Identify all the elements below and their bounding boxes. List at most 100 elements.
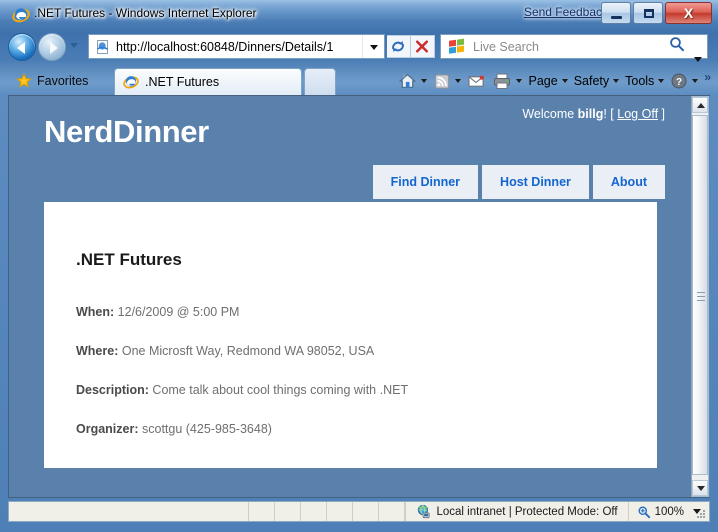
field-description-value: Come talk about cool things coming with … — [148, 383, 409, 397]
internet-explorer-icon — [12, 8, 30, 23]
field-when-value: 12/6/2009 @ 5:00 PM — [114, 305, 240, 319]
window-controls: X — [599, 2, 712, 24]
feeds-button[interactable] — [430, 69, 464, 93]
status-segment — [301, 502, 328, 521]
recent-pages-chevron-down-icon[interactable] — [70, 43, 78, 48]
search-input-placeholder: Live Search — [473, 39, 540, 54]
page-menu-button[interactable]: Page — [525, 69, 570, 93]
close-icon: X — [683, 5, 694, 21]
zoom-level-label: 100% — [654, 505, 684, 518]
minimize-button[interactable] — [601, 2, 631, 24]
globe-network-icon — [418, 504, 431, 519]
refresh-icon — [392, 40, 404, 53]
stop-x-icon — [415, 40, 429, 53]
chevron-down-icon — [516, 79, 523, 83]
log-off-link[interactable]: Log Off — [617, 107, 658, 121]
page-viewport: Welcome billg! [ Log Off ] NerdDinner Fi… — [8, 95, 710, 498]
welcome-end: ] — [658, 107, 665, 121]
chevron-down-icon — [561, 79, 568, 83]
field-where: Where: One Microsft Way, Redmond WA 9805… — [76, 344, 374, 358]
page-favicon-icon — [97, 39, 108, 54]
security-zone-indicator[interactable]: Local intranet | Protected Mode: Off — [405, 502, 627, 521]
field-description: Description: Come talk about cool things… — [76, 383, 408, 397]
nav-find-dinner[interactable]: Find Dinner — [372, 165, 479, 199]
search-submit-button[interactable] — [667, 35, 689, 58]
field-organizer-label: Organizer: — [76, 422, 139, 436]
field-organizer: Organizer: scottgu (425-985-3648) — [76, 422, 272, 436]
mail-icon — [468, 75, 485, 87]
scrollbar-thumb[interactable] — [692, 115, 708, 475]
dinner-details-card: .NET Futures When: 12/6/2009 @ 5:00 PM W… — [44, 202, 657, 468]
print-button[interactable] — [489, 69, 525, 93]
chevron-down-icon — [692, 79, 699, 83]
status-bar: Local intranet | Protected Mode: Off 100… — [8, 501, 710, 522]
nav-host-dinner[interactable]: Host Dinner — [482, 165, 589, 199]
field-when-label: When: — [76, 305, 115, 319]
close-button[interactable]: X — [665, 2, 712, 24]
address-dropdown-chevron-down-icon[interactable] — [362, 35, 384, 58]
status-segment — [379, 502, 406, 521]
back-button[interactable] — [8, 33, 36, 61]
scroll-down-button[interactable] — [692, 480, 708, 496]
back-arrow-icon — [17, 42, 25, 54]
home-icon — [399, 73, 417, 88]
chevron-down-icon — [455, 79, 462, 83]
nerddinner-page: Welcome billg! [ Log Off ] NerdDinner Fi… — [9, 96, 692, 497]
tab-dotnet-futures[interactable]: .NET Futures — [114, 68, 302, 95]
triangle-up-icon — [697, 103, 705, 108]
site-title: NerdDinner — [44, 114, 209, 149]
tools-menu-button[interactable]: Tools — [622, 69, 667, 93]
tools-menu-label: Tools — [625, 74, 655, 88]
mail-button[interactable] — [464, 69, 489, 93]
page-menu-label: Page — [528, 74, 558, 88]
tab-label: .NET Futures — [145, 75, 220, 89]
maximize-button[interactable] — [633, 2, 663, 24]
search-icon — [670, 37, 684, 52]
favorites-label: Favorites — [37, 73, 89, 88]
browser-window: .NET Futures - Windows Internet Explorer… — [0, 0, 718, 532]
scroll-up-button[interactable] — [692, 97, 708, 113]
star-icon — [16, 72, 32, 88]
rss-feed-icon — [435, 73, 450, 89]
search-box[interactable]: Live Search — [440, 34, 708, 62]
triangle-down-icon — [697, 486, 705, 491]
forward-button[interactable] — [38, 33, 66, 61]
refresh-button[interactable] — [387, 35, 411, 58]
address-bar[interactable]: http://localhost:60848/Dinners/Details/1 — [88, 34, 385, 59]
stop-button[interactable] — [411, 35, 435, 58]
window-title: .NET Futures - Windows Internet Explorer — [34, 6, 257, 20]
safety-menu-button[interactable]: Safety — [571, 69, 622, 93]
windows-logo-icon — [449, 38, 464, 54]
welcome-prefix: Welcome — [522, 107, 578, 121]
favorites-button[interactable]: Favorites — [8, 68, 96, 93]
vertical-scrollbar[interactable] — [691, 96, 709, 497]
welcome-message: Welcome billg! [ Log Off ] — [522, 107, 665, 121]
navigation-bar: http://localhost:60848/Dinners/Details/1 — [0, 30, 718, 64]
safety-menu-label: Safety — [573, 74, 610, 88]
url-text: http://localhost:60848/Dinners/Details/1 — [116, 39, 334, 54]
grip-line — [697, 296, 705, 297]
security-zone-label: Local intranet | Protected Mode: Off — [436, 505, 618, 518]
grip-line — [697, 300, 705, 301]
overflow-chevron-icon[interactable]: » — [701, 70, 714, 92]
tab-bar: Favorites .NET Futures Page Safety Tools… — [0, 64, 718, 95]
help-icon: ? — [671, 73, 687, 89]
nav-about[interactable]: About — [592, 165, 665, 199]
field-when: When: 12/6/2009 @ 5:00 PM — [76, 305, 239, 319]
help-menu-button[interactable]: ? — [667, 69, 701, 93]
status-segment — [249, 502, 276, 521]
send-feedback-link[interactable]: Send Feedback — [524, 5, 608, 19]
home-button[interactable] — [395, 69, 430, 93]
field-description-label: Description: — [76, 383, 149, 397]
status-message-area — [9, 502, 250, 521]
status-segment — [353, 502, 380, 521]
welcome-username: billg — [577, 107, 604, 121]
resize-grip-icon[interactable] — [695, 508, 707, 520]
minimize-icon — [611, 16, 622, 19]
title-bar: .NET Futures - Windows Internet Explorer… — [0, 0, 718, 30]
new-tab-button[interactable] — [304, 68, 336, 95]
field-where-label: Where: — [76, 344, 119, 358]
forward-arrow-icon — [50, 42, 58, 54]
chevron-down-icon — [658, 79, 665, 83]
zoom-magnifier-icon — [638, 506, 650, 518]
